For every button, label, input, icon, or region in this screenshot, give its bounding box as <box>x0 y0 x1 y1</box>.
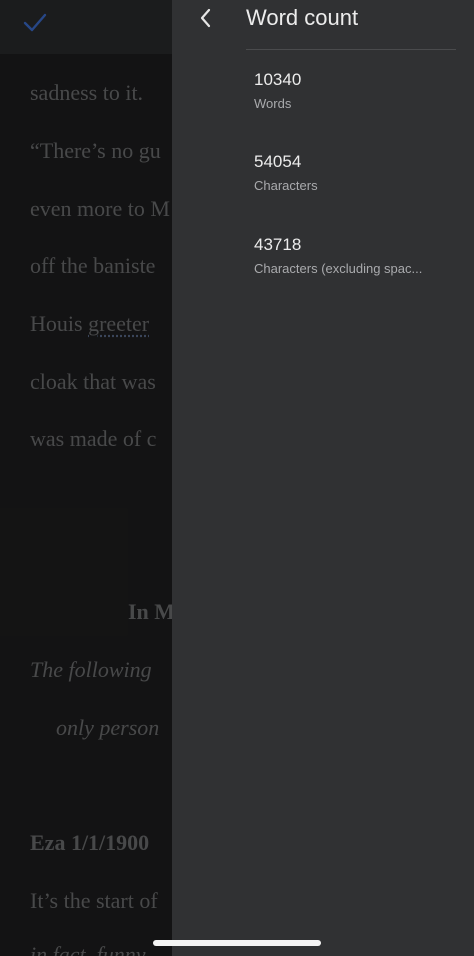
stat-value: 10340 <box>254 70 302 89</box>
stat-label: Characters (excluding spac... <box>254 261 423 276</box>
stat-characters-no-spaces: 43718 Characters (excluding spac... <box>254 234 464 278</box>
word-count-panel: Word count 10340 Words 54054 Characters … <box>172 0 474 956</box>
stat-value: 43718 <box>254 235 302 254</box>
chevron-left-icon <box>198 7 214 34</box>
panel-title: Word count <box>246 5 359 30</box>
stat-label: Words <box>254 96 292 111</box>
stat-characters: 54054 Characters <box>254 151 464 195</box>
stat-value: 54054 <box>254 152 302 171</box>
divider <box>246 49 456 50</box>
stat-label: Characters <box>254 178 318 193</box>
home-indicator <box>153 940 321 946</box>
stat-words: 10340 Words <box>254 69 464 113</box>
back-button[interactable] <box>188 2 224 38</box>
